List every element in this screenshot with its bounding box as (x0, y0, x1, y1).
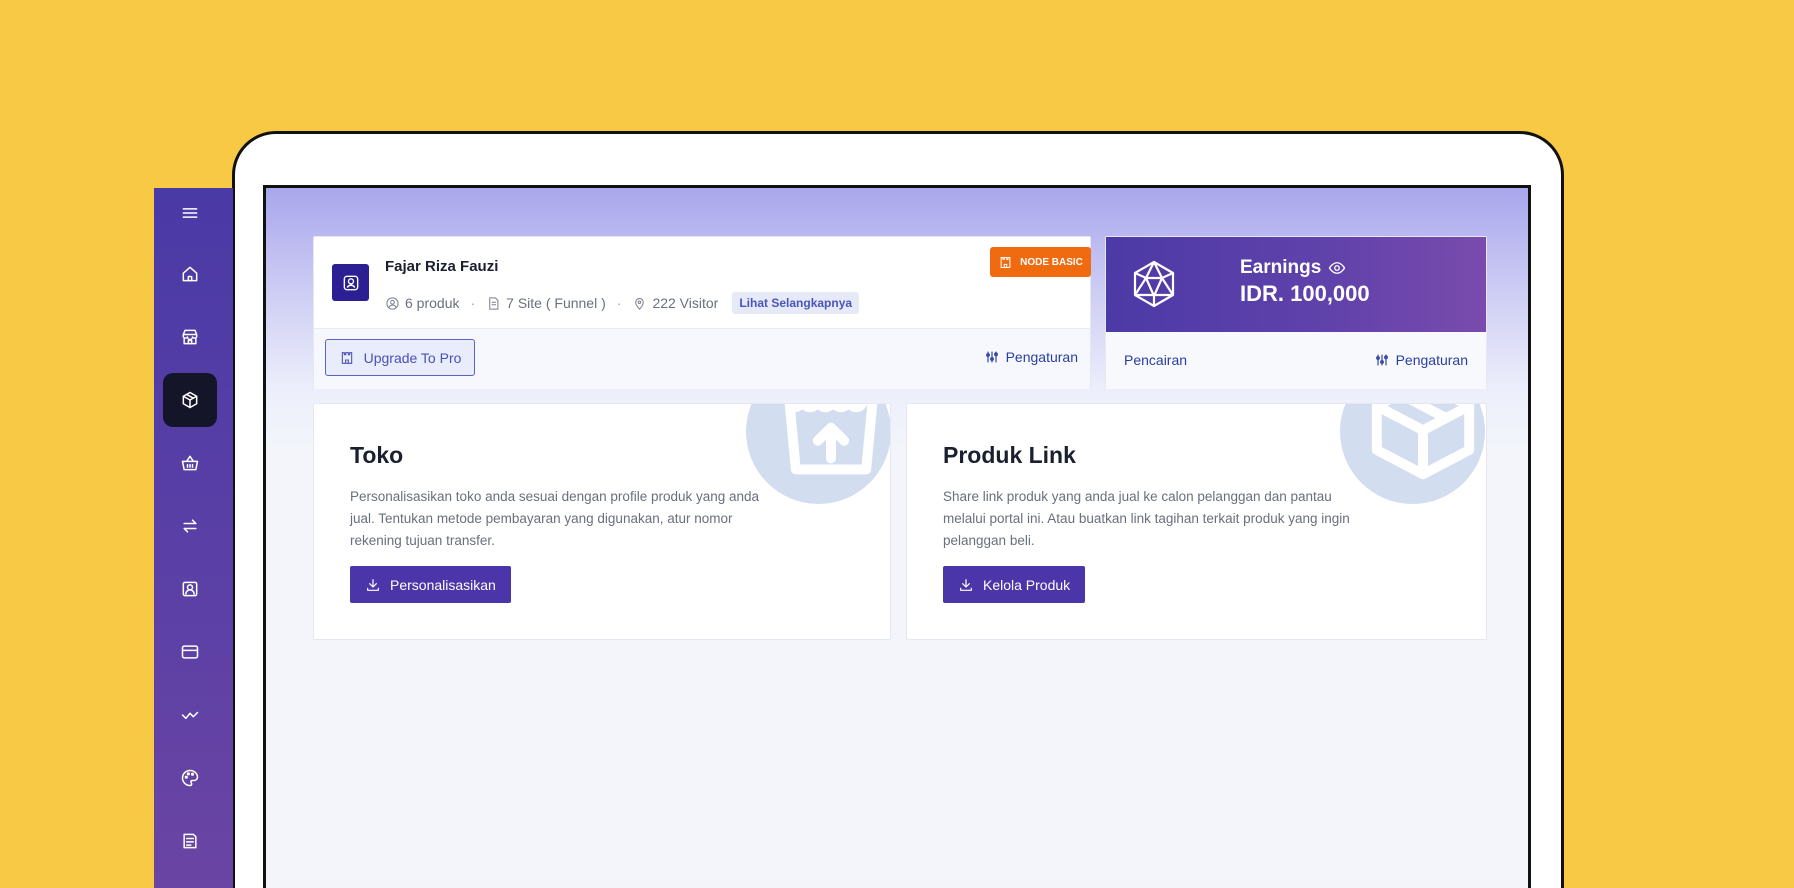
menu-toggle-button[interactable] (163, 186, 217, 240)
stat-visitors-label: 222 Visitor (652, 295, 719, 311)
profile-name: Fajar Riza Fauzi (385, 258, 499, 275)
user-square-icon (182, 581, 198, 597)
file-icon (489, 296, 499, 310)
sliders-icon (1375, 354, 1388, 366)
eye-icon[interactable] (1328, 259, 1346, 277)
profile-card: Fajar Riza Fauzi 6 produk · 7 Site ( Fun… (313, 236, 1091, 389)
upgrade-button[interactable]: Upgrade To Pro (325, 339, 475, 376)
see-more-link[interactable]: Lihat Selangkapnya (732, 292, 860, 314)
box-icon (182, 391, 198, 409)
castle-icon (341, 351, 352, 364)
stat-products-label: 6 produk (405, 295, 460, 311)
activity-icon (181, 711, 199, 720)
store-card-description: Personalisasikan toko anda sesuai dengan… (350, 489, 760, 548)
withdraw-link[interactable]: Pencairan (1124, 352, 1187, 368)
manage-products-button-label: Kelola Produk (983, 576, 1071, 593)
separator-dot: · (470, 295, 476, 311)
sidebar-item-theme[interactable] (163, 751, 217, 805)
menu-icon (182, 208, 198, 218)
sidebar-item-analytics[interactable] (163, 688, 217, 742)
avatar[interactable] (332, 264, 369, 301)
basket-icon (181, 455, 199, 471)
profile-settings-label: Pengaturan (1005, 349, 1078, 365)
sidebar-item-store[interactable] (163, 310, 217, 364)
upgrade-button-label: Upgrade To Pro (363, 349, 462, 366)
earnings-label: Earnings (1240, 257, 1346, 279)
download-icon (960, 578, 972, 591)
sidebar-item-payments[interactable] (163, 625, 217, 679)
document-icon (183, 833, 197, 849)
store-card: Toko Personalisasikan toko anda sesuai d… (313, 403, 891, 640)
download-icon (367, 578, 379, 591)
earnings-value: IDR. 100,000 (1240, 281, 1370, 306)
earnings-label-text: Earnings (1240, 257, 1322, 278)
sliders-icon (985, 351, 998, 363)
store-icon (182, 329, 198, 345)
transfer-icon (183, 519, 197, 533)
plan-badge-label: NODE BASIC (1020, 256, 1083, 268)
sidebar-item-customers[interactable] (163, 562, 217, 616)
personalize-button[interactable]: Personalisasikan (350, 566, 511, 603)
stat-sites-label: 7 Site ( Funnel ) (506, 295, 606, 311)
product-link-card-title: Produk Link (943, 442, 1076, 468)
sidebar (154, 188, 233, 888)
gem-icon (1129, 259, 1179, 309)
location-pin-icon (635, 297, 645, 310)
earnings-settings-button[interactable]: Pengaturan (1374, 352, 1468, 368)
product-link-card-description: Share link produk yang anda jual ke calo… (943, 489, 1350, 548)
sidebar-item-products[interactable] (163, 373, 217, 427)
earnings-settings-label: Pengaturan (1395, 352, 1468, 368)
product-link-card: Produk Link Share link produk yang anda … (906, 403, 1487, 640)
card-icon (181, 645, 199, 659)
profile-stats: 6 produk · 7 Site ( Funnel ) · 222 Visit… (385, 292, 860, 314)
stat-visitors: 222 Visitor (632, 295, 718, 311)
castle-icon (1000, 256, 1011, 268)
earnings-card: Earnings IDR. 100,000 Pencairan Pengatur… (1105, 236, 1487, 389)
personalize-button-label: Personalisasikan (390, 576, 496, 593)
stat-sites: 7 Site ( Funnel ) (486, 295, 606, 311)
store-card-title: Toko (350, 442, 404, 468)
profile-settings-button[interactable]: Pengaturan (984, 349, 1078, 365)
user-circle-icon (386, 296, 399, 310)
sidebar-item-transactions[interactable] (163, 499, 217, 553)
sidebar-item-reports[interactable] (163, 814, 217, 868)
sidebar-item-home[interactable] (163, 247, 217, 301)
palette-icon (181, 769, 199, 787)
home-icon (182, 266, 198, 282)
app-screen: Fajar Riza Fauzi 6 produk · 7 Site ( Fun… (263, 185, 1531, 888)
stat-products: 6 produk (385, 295, 459, 311)
sidebar-item-orders[interactable] (163, 436, 217, 490)
plan-badge: NODE BASIC (990, 247, 1091, 277)
separator-dot: · (616, 295, 622, 311)
manage-products-button[interactable]: Kelola Produk (943, 566, 1086, 603)
user-icon (343, 275, 358, 290)
